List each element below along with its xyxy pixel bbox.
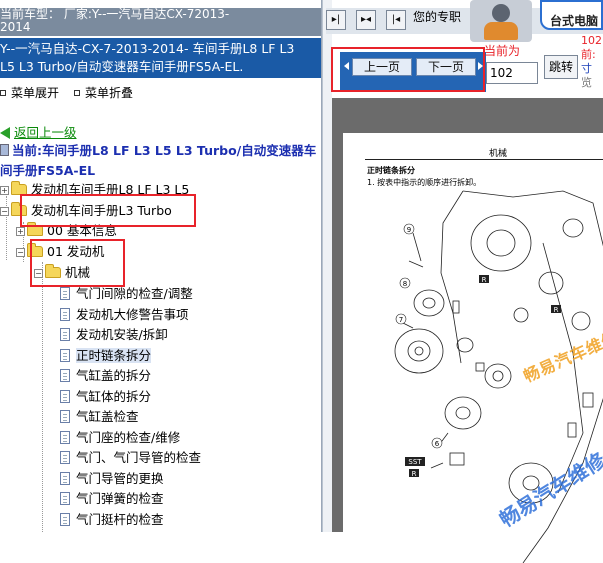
tree-leaf-document[interactable]: 气缸盖检查 (60, 408, 139, 426)
menu-collapse-button[interactable]: 菜单折叠 (74, 84, 133, 101)
tree-leaf-document[interactable]: 气缸盖的拆分 (60, 367, 151, 385)
jump-button[interactable]: 跳转 (544, 55, 578, 79)
callout-label: 8 (403, 280, 407, 288)
manual-title-bar: Y--一汽马自达-CX-7-2013-2014- 车间手册L8 LF L3 L5… (0, 38, 321, 78)
callout-label: R (554, 306, 559, 314)
collapse-minus-icon[interactable]: − (16, 248, 25, 257)
tree-leaf-document[interactable]: 气缸体的拆分 (60, 388, 151, 406)
document-icon (60, 471, 70, 485)
document-icon (60, 410, 70, 423)
callout-label: SST (408, 458, 422, 466)
current-model-line: 当前车型： 厂家:Y--一汽马自达CX-72013- 2014 (0, 8, 321, 36)
document-icon (60, 389, 70, 403)
document-icon (60, 287, 70, 300)
promo-text: 您的专职 (413, 10, 462, 24)
tree-connector (42, 262, 43, 532)
document-icon (60, 451, 70, 464)
highlight-box (20, 194, 196, 227)
tree-leaf-document[interactable]: 正时链条拆分 (60, 347, 152, 365)
document-icon (60, 307, 70, 321)
back-link[interactable]: 返回上一级 (0, 122, 77, 141)
page-number-input[interactable] (486, 62, 538, 84)
page-info-side: 102 前: 寸 览 (581, 34, 602, 89)
tree-leaf-document[interactable]: 发动机安装/拆卸 (60, 326, 168, 344)
avatar-icon (470, 0, 532, 42)
document-icon (60, 328, 70, 341)
collapse-left-button[interactable]: ▸| (326, 10, 346, 30)
manual-title-line-1: Y--一汽马自达-CX-7-2013-2014- 车间手册L8 LF L3 (0, 41, 295, 56)
document-icon (60, 369, 70, 382)
document-icon (60, 492, 70, 505)
current-page-label: 当前为 (484, 44, 521, 58)
callout-label: 9 (407, 226, 411, 234)
expand-plus-icon[interactable]: + (0, 186, 9, 195)
menu-expand-button[interactable]: 菜单展开 (0, 84, 59, 101)
square-icon (74, 90, 80, 96)
document-icon (0, 144, 9, 156)
tree-leaf-document[interactable]: 气门间隙的检查/调整 (60, 285, 193, 303)
document-page: 机械 正时链条拆分 1. 按表中指示的顺序进行拆卸。 9 R 8 R 7 6 S… (343, 133, 603, 563)
model-line-2: 2014 (0, 20, 31, 34)
tree-leaf-document[interactable]: 气门挺杆的检查 (60, 511, 164, 529)
square-icon (0, 90, 6, 96)
current-path: 当前:车间手册L8 LF L3 L5 L3 Turbo/自动变速器车 间手册FS… (0, 143, 317, 178)
expand-left-button[interactable]: |◂ (386, 10, 406, 30)
tree-leaf-document[interactable]: 发动机大修警告事项 (60, 306, 189, 324)
collapse-minus-icon[interactable]: − (0, 207, 9, 216)
highlight-box (30, 239, 125, 287)
tree-leaf-document[interactable]: 气门、气门导管的检查 (60, 449, 201, 467)
expand-plus-icon[interactable]: + (16, 227, 25, 236)
callout-label: R (482, 276, 487, 284)
toggle-panes-button[interactable]: ▸◂ (356, 10, 376, 30)
document-icon (60, 348, 70, 362)
callout-label: 7 (399, 316, 403, 324)
document-icon (60, 430, 70, 444)
document-viewer[interactable]: 机械 正时链条拆分 1. 按表中指示的顺序进行拆卸。 9 R 8 R 7 6 S… (332, 98, 603, 563)
ad-banner[interactable]: 台式电脑 (540, 0, 603, 30)
back-arrow-icon (0, 127, 10, 139)
document-icon (60, 512, 70, 526)
tree-leaf-document[interactable]: 气门导管的更换 (60, 470, 164, 488)
manual-title-line-2: L5 L3 Turbo/自动变速器车间手册FS5A-EL. (0, 59, 244, 74)
left-pane: 当前车型： 厂家:Y--一汽马自达CX-72013- 2014 Y--一汽马自达… (0, 0, 322, 532)
callout-label: R (412, 470, 417, 478)
highlight-box (331, 47, 485, 92)
model-line-1: 当前车型： 厂家:Y--一汽马自达CX-72013- (0, 8, 230, 21)
callout-label: 6 (435, 440, 440, 448)
tree-leaf-document[interactable]: 气门弹簧的检查 (60, 490, 164, 508)
tree-leaf-document[interactable]: 气门座的检查/维修 (60, 429, 180, 447)
